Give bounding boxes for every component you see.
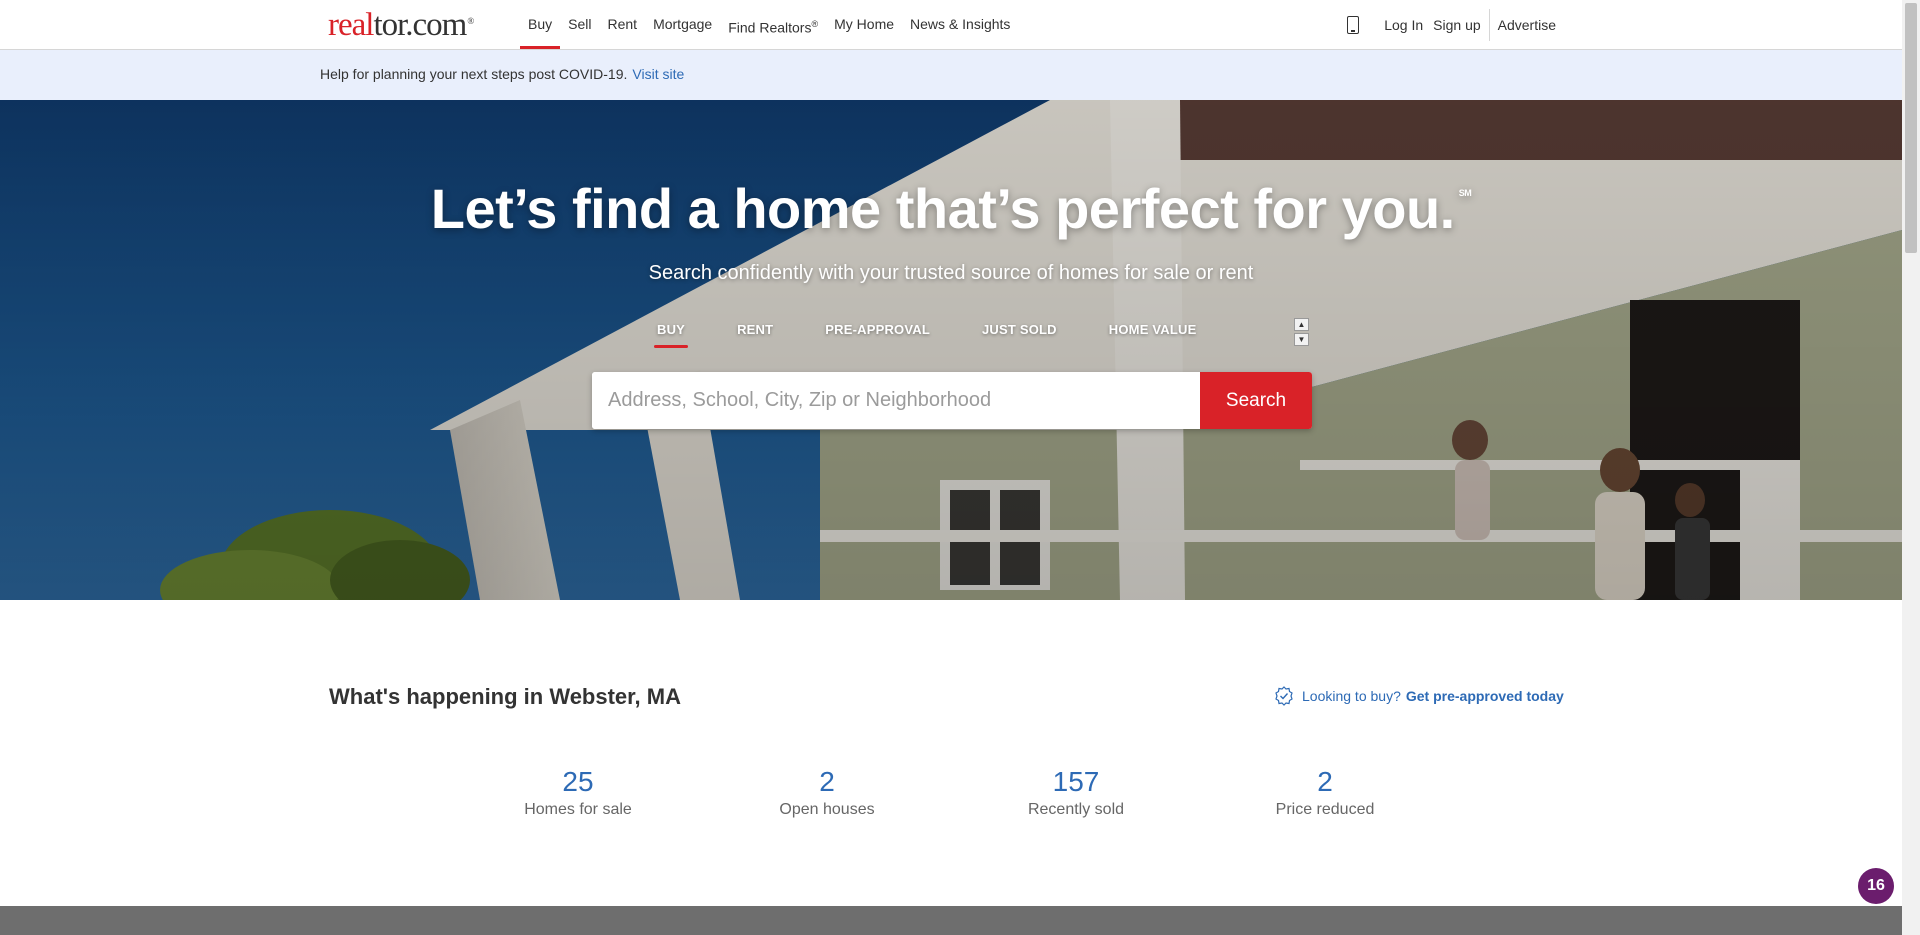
tab-rent[interactable]: RENT xyxy=(737,320,773,350)
stat-value: 157 xyxy=(1052,766,1100,797)
service-mark: SM xyxy=(1458,188,1472,198)
scroll-up-icon[interactable]: ▲ xyxy=(1294,318,1309,331)
hero-subtitle: Search confidently with your trusted sou… xyxy=(648,262,1254,284)
nav-sell[interactable]: Sell xyxy=(560,0,599,49)
search-button[interactable]: Search xyxy=(1200,372,1312,429)
nav-sell-label: Sell xyxy=(568,16,592,32)
scrollbar-thumb[interactable] xyxy=(1905,3,1917,253)
tab-home-value[interactable]: HOME VALUE xyxy=(1109,320,1197,350)
footer-strip xyxy=(0,906,1902,935)
page-scrollbar[interactable] xyxy=(1902,0,1920,935)
covid-banner: Help for planning your next steps post C… xyxy=(0,50,1902,100)
nav-rent-label: Rent xyxy=(607,16,638,32)
get-preapproved-link[interactable]: Get pre-approved today xyxy=(1406,688,1564,704)
scroll-down-icon[interactable]: ▼ xyxy=(1294,333,1309,346)
tab-buy[interactable]: BUY xyxy=(653,320,689,350)
stat-open-houses[interactable]: 2 Open houses xyxy=(742,765,912,819)
login-link[interactable]: Log In xyxy=(1379,17,1428,33)
logo-text: tor.com xyxy=(373,7,467,43)
logo-registered-mark: ® xyxy=(467,16,474,26)
check-badge-icon xyxy=(1275,686,1293,706)
banner-text: Help for planning your next steps post C… xyxy=(320,66,628,82)
hero-title-text: Let’s find a home that’s perfect for you… xyxy=(430,177,1455,240)
preapproval-text: Looking to buy? xyxy=(1302,688,1401,704)
hero-section: Let’s find a home that’s perfect for you… xyxy=(0,100,1902,600)
banner-content: Help for planning your next steps post C… xyxy=(320,66,684,82)
visit-site-link[interactable]: Visit site xyxy=(632,66,684,82)
stat-value: 2 xyxy=(819,766,835,797)
stat-label: Price reduced xyxy=(1275,801,1375,818)
stat-value: 25 xyxy=(562,766,594,797)
search-tabs: BUY RENT PRE-APPROVAL JUST SOLD HOME VAL… xyxy=(653,320,1248,350)
tab-pre-approval[interactable]: PRE-APPROVAL xyxy=(825,320,930,350)
preapproval-promo: Looking to buy? Get pre-approved today xyxy=(1274,686,1564,706)
nav-news-insights-label: News & Insights xyxy=(910,16,1011,32)
nav-buy[interactable]: Buy xyxy=(520,0,561,49)
main-nav: Buy Sell Rent Mortgage Find Realtors® My… xyxy=(520,0,1018,49)
nav-my-home-label: My Home xyxy=(834,16,895,32)
section-title: What's happening in Webster, MA xyxy=(329,684,681,709)
account-nav: Log In Sign up Advertise xyxy=(1347,0,1561,49)
nav-find-realtors[interactable]: Find Realtors® xyxy=(720,0,826,49)
stat-label: Open houses xyxy=(779,801,875,818)
stat-homes-for-sale[interactable]: 25 Homes for sale xyxy=(493,765,663,819)
nav-my-home[interactable]: My Home xyxy=(826,0,902,49)
nav-mortgage-label: Mortgage xyxy=(653,16,713,32)
nav-find-realtors-label: Find Realtors xyxy=(728,19,812,36)
hero-headline: Let’s find a home that’s perfect for you… xyxy=(0,176,1902,241)
nav-news-insights[interactable]: News & Insights xyxy=(902,0,1018,49)
chat-notification-badge[interactable]: 16 xyxy=(1858,868,1894,904)
mobile-phone-icon[interactable] xyxy=(1347,15,1360,34)
search-box: Search xyxy=(592,372,1312,429)
stat-value: 2 xyxy=(1317,766,1333,797)
stat-price-reduced[interactable]: 2 Price reduced xyxy=(1240,765,1410,819)
nav-mortgage[interactable]: Mortgage xyxy=(645,0,720,49)
registered-mark: ® xyxy=(811,19,819,29)
site-header: realtor.com® Buy Sell Rent Mortgage Find… xyxy=(0,0,1902,50)
stat-label: Recently sold xyxy=(1027,801,1125,818)
tab-just-sold[interactable]: JUST SOLD xyxy=(982,320,1057,350)
nav-rent[interactable]: Rent xyxy=(599,0,645,49)
stat-label: Homes for sale xyxy=(524,801,632,818)
nav-divider xyxy=(1488,8,1490,41)
tab-scroll-buttons: ▲ ▼ xyxy=(1294,318,1309,348)
logo-text-red: real xyxy=(328,7,374,43)
hero-background-image xyxy=(0,100,1902,600)
search-input[interactable] xyxy=(592,372,1199,429)
nav-buy-label: Buy xyxy=(528,16,553,32)
stat-recently-sold[interactable]: 157 Recently sold xyxy=(991,765,1161,819)
realtor-logo[interactable]: realtor.com® xyxy=(328,7,474,44)
advertise-link[interactable]: Advertise xyxy=(1493,17,1561,33)
signup-link[interactable]: Sign up xyxy=(1428,17,1485,33)
